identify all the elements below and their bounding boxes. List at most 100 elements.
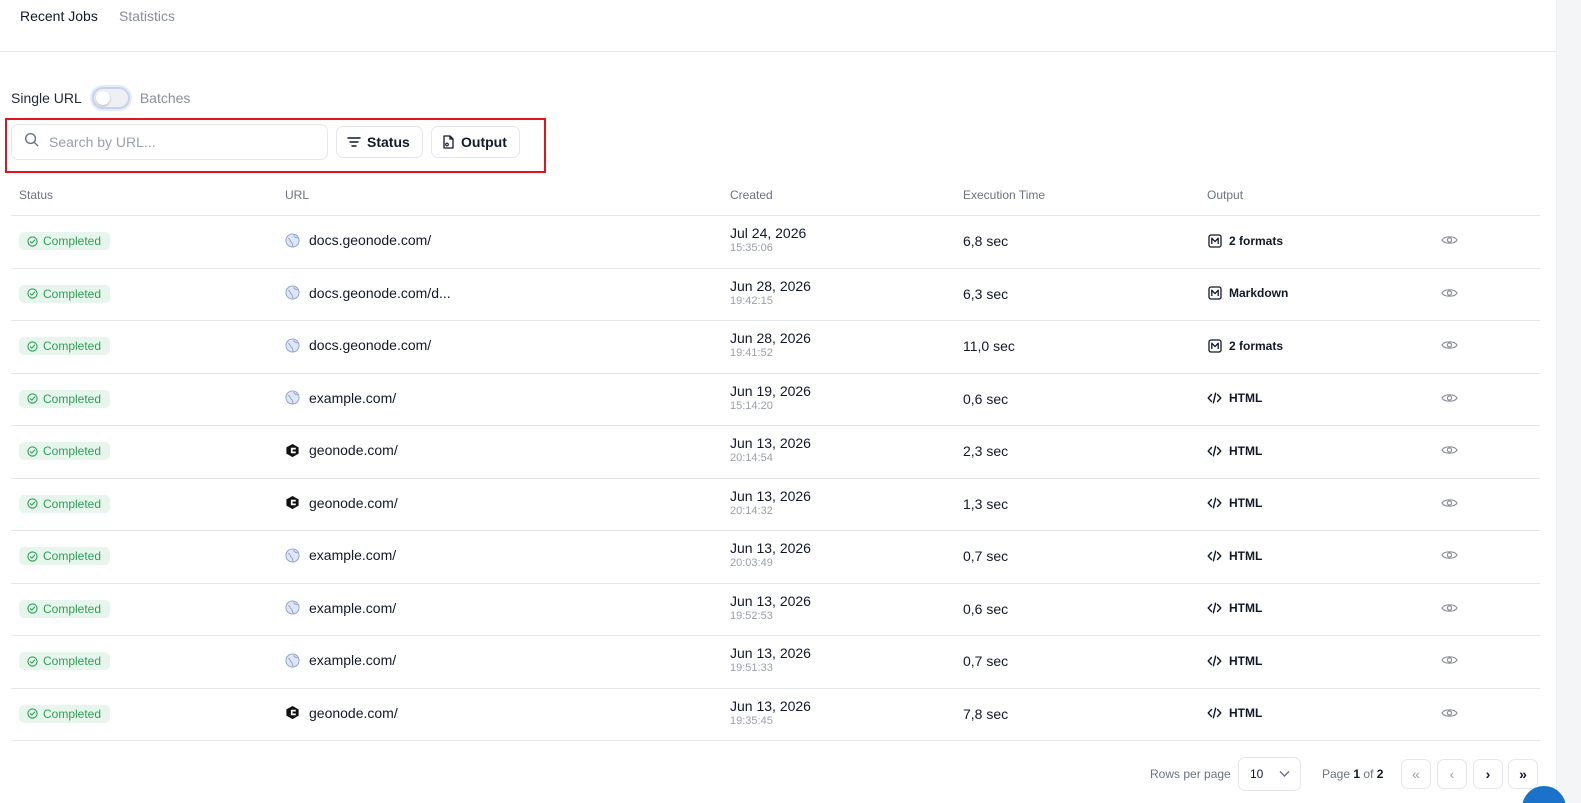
eye-icon[interactable] [1441,287,1459,301]
status-text: Completed [43,286,102,301]
url-cell[interactable]: geonode.com/ [285,442,398,458]
table-row[interactable]: Completed example.com/Jun 13, 2026 20:03:4… [11,531,1540,584]
check-circle-icon [27,235,43,247]
created-date: Jun 28, 2026 [730,330,811,346]
table-row[interactable]: Completed example.com/Jun 13, 2026 19:52:5… [11,584,1540,636]
url-text: geonode.com/ [309,704,398,721]
check-circle-icon [27,655,43,667]
globe-icon [285,600,300,615]
output-cell: HTML [1207,548,1262,563]
url-text: example.com/ [309,389,397,406]
output-text: HTML [1229,601,1263,615]
url-text: geonode.com/ [309,442,398,458]
single-url-label: Single URL [11,90,82,106]
url-cell[interactable]: example.com/ [285,390,396,406]
status-text: Completed [43,549,102,563]
check-circle-icon [27,603,43,614]
output-filter-button[interactable]: Output [431,126,520,158]
output-cell: 2 formats [1207,338,1283,353]
url-cell[interactable]: geonode.com/ [285,495,398,511]
eye-icon[interactable] [1441,707,1459,721]
url-cell[interactable]: example.com/ [285,600,396,616]
table-row[interactable]: Completed geonode.com/Jun 13, 2026 20:14:3… [11,479,1540,531]
created-date: Jun 13, 2026 [730,697,811,714]
status-filter-button[interactable]: Status [336,126,423,158]
mode-toggle[interactable] [91,87,130,109]
eye-icon[interactable] [1441,444,1459,458]
execution-time: 0,6 sec [963,600,1009,617]
last-page-button[interactable]: » [1508,759,1538,789]
header-url: URL [285,188,310,202]
output-text: HTML [1229,548,1263,563]
table-body: Completed docs.geonode.com/Jul 24, 2026 15… [11,216,1540,741]
status-text: Completed [43,234,102,248]
geonode-logo-icon [285,443,300,458]
header-status: Status [19,188,54,202]
created-date: Jun 13, 2026 [730,487,811,504]
url-cell[interactable]: docs.geonode.com/d... [285,285,451,301]
created-cell: Jun 28, 2026 19:42:15 [730,278,811,307]
table-row[interactable]: Completed docs.geonode.com/Jun 28, 2026 19… [11,321,1540,374]
status-text: Completed [43,444,102,458]
rows-per-page-select[interactable]: 10 [1238,757,1301,791]
created-time: 15:14:20 [730,399,773,412]
table-row[interactable]: Completed docs.geonode.com/d... Jun 28, 20… [11,269,1540,321]
eye-icon[interactable] [1441,339,1459,353]
eye-icon[interactable] [1441,392,1459,406]
eye-icon[interactable] [1441,654,1459,668]
output-cell: HTML [1207,706,1262,721]
rows-per-page-label: Rows per page [1150,767,1231,781]
url-cell[interactable]: docs.geonode.com/ [285,232,431,248]
status-filter-label: Status [367,134,410,150]
created-date: Jun 13, 2026 [730,645,811,661]
output-text: Markdown [1229,286,1289,300]
toggle-knob [95,91,110,105]
header-output: Output [1207,188,1244,202]
output-cell: HTML [1207,496,1262,511]
created-cell: Jun 13, 2026 19:52:53 [730,593,811,622]
created-date: Jun 13, 2026 [730,592,811,609]
output-cell: HTML [1207,653,1262,668]
search-input[interactable] [49,134,299,150]
created-time: 20:14:54 [730,452,773,464]
status-text: Completed [43,496,102,511]
rows-per-page-value: 10 [1250,767,1264,781]
url-cell[interactable]: docs.geonode.com/ [285,337,431,353]
prev-page-button[interactable]: ‹ [1437,759,1467,789]
status-badge: Completed [19,494,111,513]
url-cell[interactable]: example.com/ [285,652,396,668]
output-cell: HTML [1207,601,1262,616]
table-row[interactable]: Completed example.com/Jun 19, 2026 15:14:2… [11,374,1540,426]
output-cell: Markdown [1207,286,1288,301]
globe-icon [285,337,300,353]
tab-recent-jobs[interactable]: Recent Jobs [20,8,98,24]
tab-statistics[interactable]: Statistics [119,8,175,24]
next-page-button[interactable]: › [1473,759,1503,789]
status-text: Completed [43,706,102,721]
page-of: of [1363,767,1374,781]
scrollbar[interactable] [1556,0,1581,803]
markdown-icon [1207,233,1222,248]
filter-icon [347,137,361,147]
search-box[interactable] [11,124,328,160]
code-icon [1207,601,1222,616]
output-text: HTML [1229,391,1263,405]
table-row[interactable]: Completed docs.geonode.com/Jul 24, 2026 15… [11,216,1540,269]
eye-icon[interactable] [1441,497,1459,511]
eye-icon[interactable] [1441,234,1459,248]
table-row[interactable]: Completed geonode.com/Jun 13, 2026 19:35:4… [11,689,1540,741]
table-row[interactable]: Completed example.com/Jun 13, 2026 19:51:3… [11,636,1540,689]
url-cell[interactable]: geonode.com/ [285,705,398,721]
markdown-icon [1207,338,1222,353]
eye-icon[interactable] [1441,602,1459,616]
geonode-logo-icon [285,705,300,720]
status-badge: Completed [19,389,111,408]
check-circle-icon [27,550,43,562]
url-cell[interactable]: example.com/ [285,547,396,563]
markdown-icon [1207,286,1222,301]
first-page-button[interactable]: « [1401,759,1431,789]
geonode-logo-icon [285,495,300,510]
code-icon [1207,548,1222,563]
table-row[interactable]: Completed geonode.com/Jun 13, 2026 20:14:5… [11,426,1540,479]
eye-icon[interactable] [1441,549,1459,563]
